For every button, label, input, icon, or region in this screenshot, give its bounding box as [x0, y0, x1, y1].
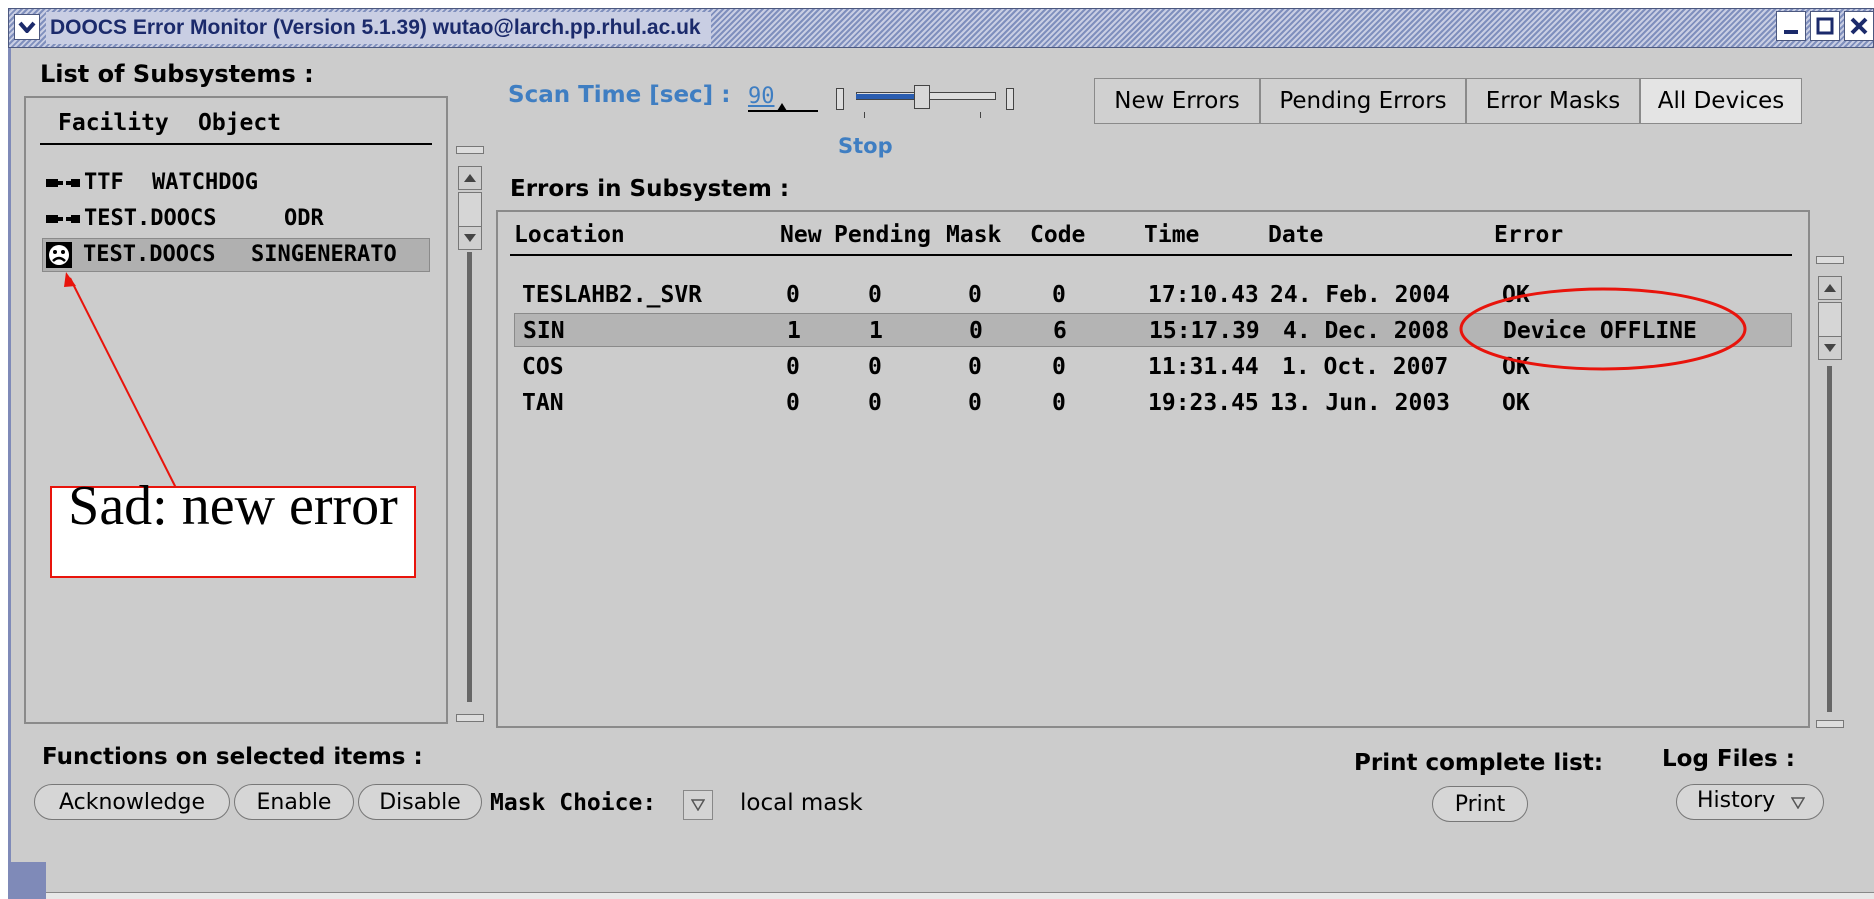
annotation-ellipse [1459, 287, 1747, 371]
annotation-arrow-line [69, 277, 177, 489]
annotation-text: Sad: new error [68, 475, 398, 537]
annotation-arrowhead-icon [64, 272, 76, 287]
annotation-overlay [64, 272, 1747, 489]
